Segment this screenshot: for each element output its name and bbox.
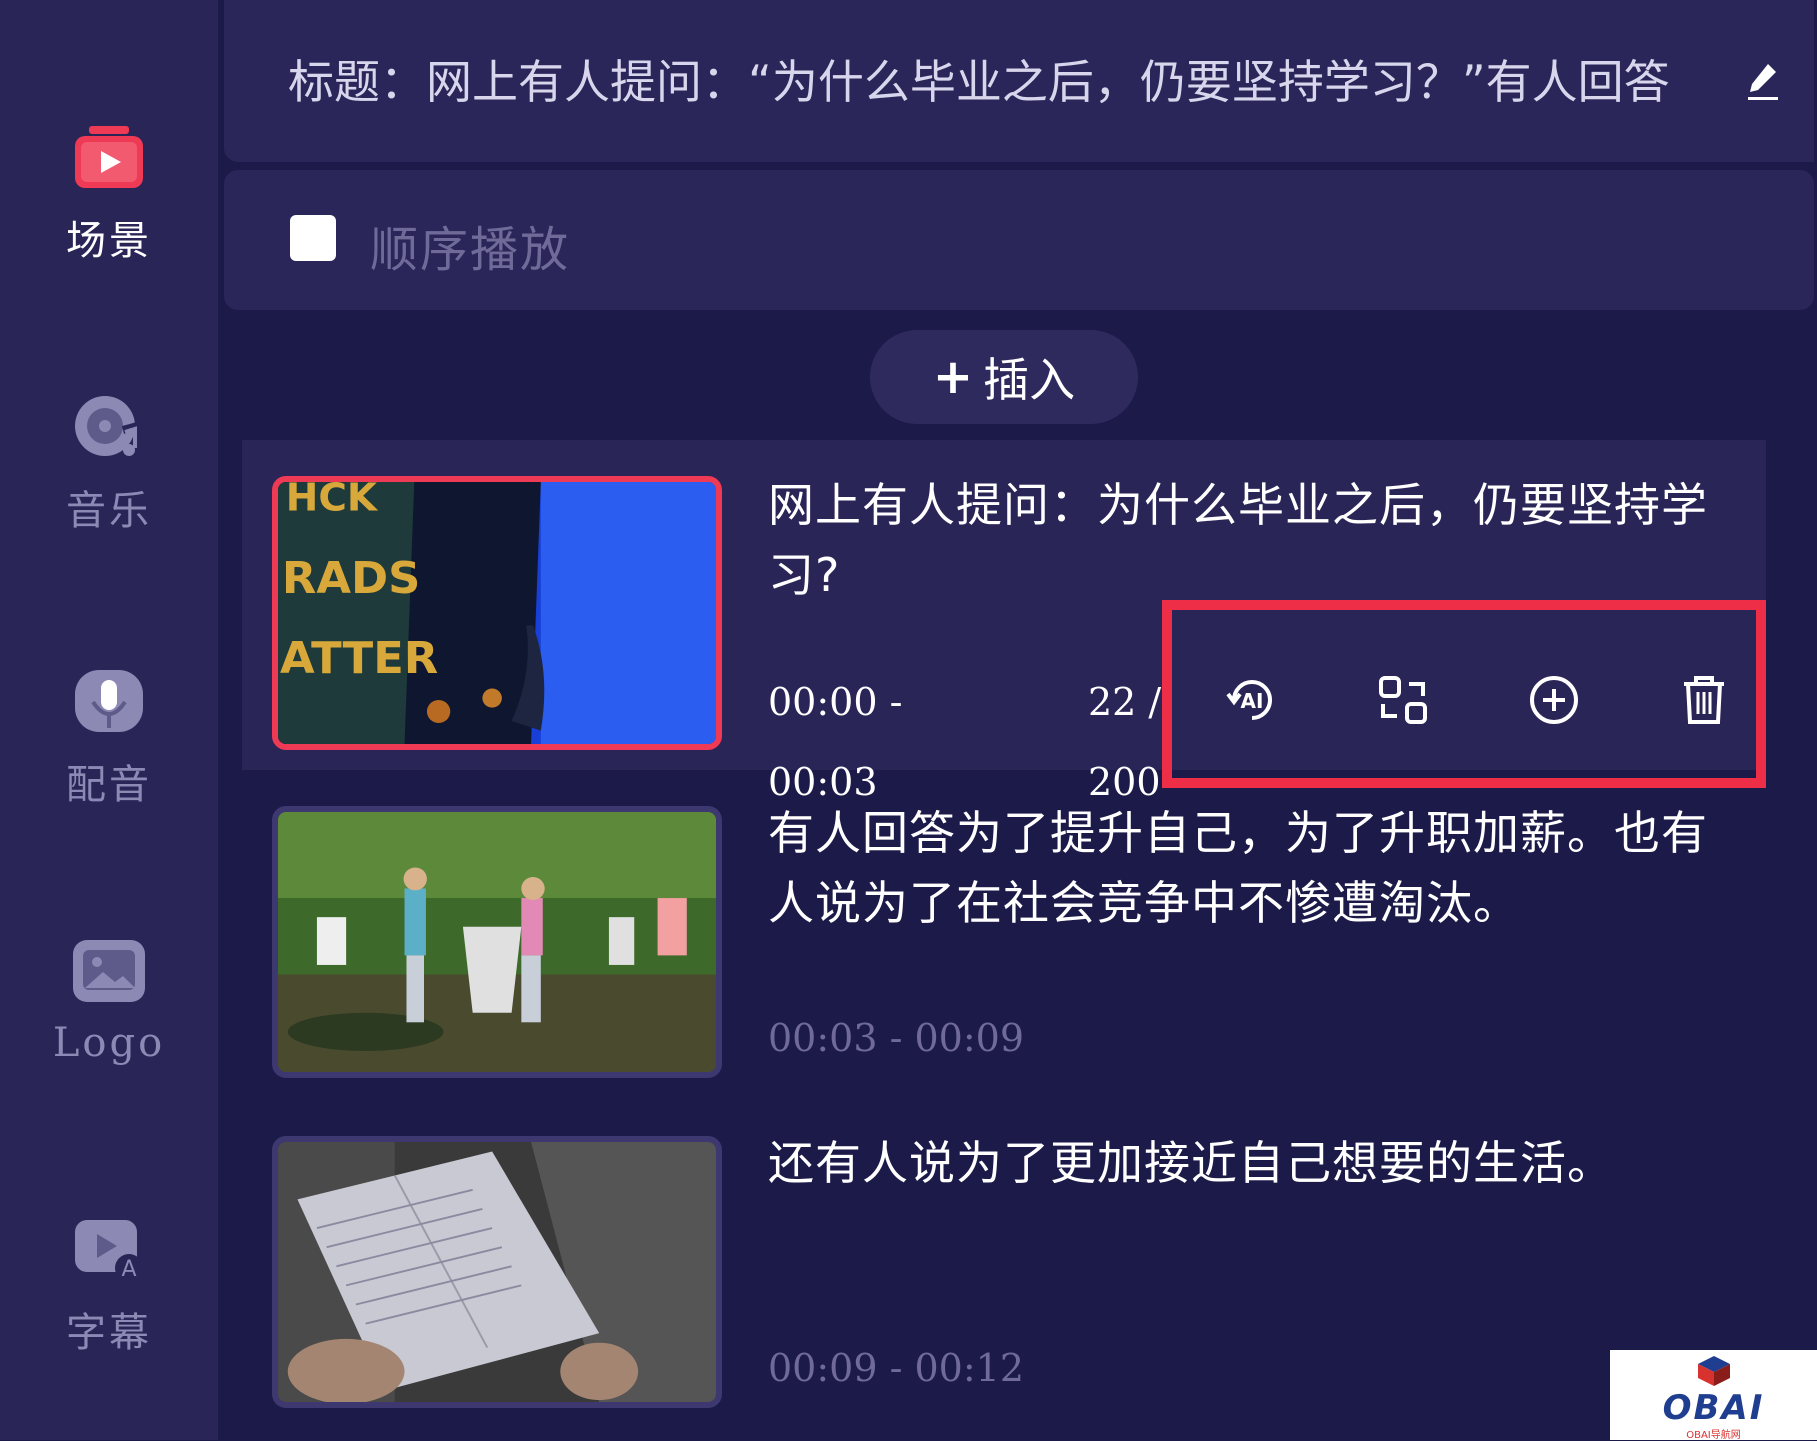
sidebar-item-dubbing[interactable]: 配音	[0, 668, 218, 810]
char-count-current: 22 /	[1088, 680, 1162, 724]
scene-subtitle[interactable]: 还有人说为了更加接近自己想要的生活。	[768, 1128, 1728, 1198]
svg-text:HCK: HCK	[286, 482, 379, 521]
scene-thumbnail[interactable]: HCK RADS ATTER	[272, 476, 722, 750]
sidebar-item-subtitles[interactable]: A 字幕	[0, 1218, 218, 1358]
scene-thumbnail[interactable]	[272, 806, 722, 1078]
watermark-logo: OBAI OBAI导航网	[1610, 1350, 1817, 1441]
microphone-icon	[75, 670, 143, 732]
sequential-play-row: 顺序播放	[224, 170, 1814, 310]
graduation-stole-image: HCK RADS ATTER	[278, 482, 716, 744]
scene-time: 00:03 - 00:09	[768, 1016, 1025, 1060]
insert-label: 插入	[983, 353, 1076, 407]
ai-rewrite-icon[interactable]: AI	[1224, 672, 1280, 728]
add-circle-icon[interactable]	[1526, 672, 1582, 728]
subtitle-icon: A	[75, 1220, 143, 1282]
scene-subtitle[interactable]: 网上有人提问：为什么毕业之后，仍要坚持学习?	[768, 470, 1728, 610]
title-bar: 标题：网上有人提问：“为什么毕业之后，仍要坚持学习？”有人回答	[224, 0, 1814, 162]
video-title: 标题：网上有人提问：“为什么毕业之后，仍要坚持学习？”有人回答	[288, 55, 1670, 109]
svg-text:A: A	[121, 1257, 136, 1282]
sidebar-item-scenes[interactable]: 场景	[0, 124, 218, 266]
sidebar-item-label: 音乐	[66, 488, 152, 534]
watermark-brand: OBAI	[1662, 1388, 1765, 1428]
scene-actions-highlight: AI	[1162, 600, 1766, 788]
letter-reading-image	[278, 1142, 716, 1402]
sidebar-item-music[interactable]: 音乐	[0, 392, 218, 536]
scene-time: 00:09 - 00:12	[768, 1346, 1025, 1390]
scene-subtitle[interactable]: 有人回答为了提升自己，为了升职加薪。也有人说为了在社会竞争中不惨遭淘汰。	[768, 798, 1728, 938]
svg-text:RADS: RADS	[282, 553, 421, 604]
sidebar-item-logo[interactable]: Logo	[0, 938, 218, 1066]
svg-text:AI: AI	[1241, 689, 1264, 713]
sidebar-item-label: 字幕	[66, 1310, 152, 1356]
plus-icon: +	[932, 349, 974, 405]
music-disc-icon	[75, 396, 141, 456]
watermark-subtitle: OBAI导航网	[1686, 1430, 1741, 1441]
sidebar-item-label: Logo	[52, 1020, 166, 1066]
edit-pencil-icon[interactable]	[1746, 60, 1780, 102]
sidebar-item-label: 配音	[66, 762, 152, 808]
insert-button[interactable]: + 插入	[870, 330, 1138, 424]
volunteers-cleanup-image	[278, 812, 716, 1072]
cube-logo-icon	[1698, 1356, 1730, 1386]
sidebar: 场景 音乐 配音 Logo A 字幕	[0, 0, 218, 1440]
replace-icon[interactable]	[1375, 672, 1431, 728]
scene-item[interactable]: 还有人说为了更加接近自己想要的生活。 00:09 - 00:12	[242, 1120, 1766, 1440]
scene-item[interactable]: 有人回答为了提升自己，为了升职加薪。也有人说为了在社会竞争中不惨遭淘汰。 00:…	[242, 790, 1766, 1110]
scene-thumbnail[interactable]	[272, 1136, 722, 1408]
sequential-play-checkbox[interactable]	[290, 215, 336, 261]
trash-icon[interactable]	[1676, 672, 1732, 728]
sequential-play-label: 顺序播放	[370, 222, 571, 278]
video-play-icon	[75, 126, 143, 188]
scene-time-start: 00:00 -	[768, 680, 903, 724]
image-icon	[73, 940, 145, 1002]
svg-text:ATTER: ATTER	[280, 634, 438, 685]
sidebar-item-label: 场景	[66, 218, 152, 264]
